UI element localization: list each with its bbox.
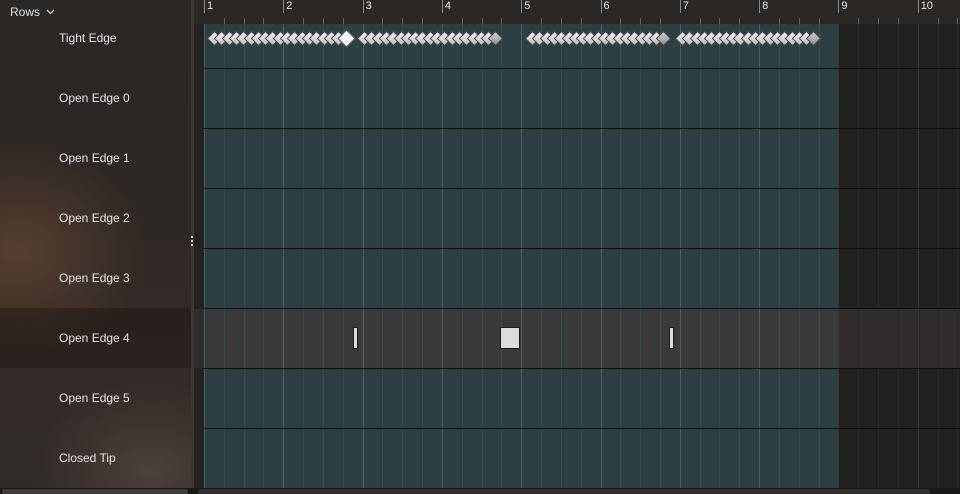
timeline-clip[interactable]	[500, 327, 520, 349]
subbeat-grid-line	[342, 24, 344, 488]
row-label-closed-tip[interactable]: Closed Tip	[0, 428, 191, 488]
row-label-text: Closed Tip	[59, 451, 116, 465]
ruler-label: 9	[841, 0, 848, 12]
ruler-label: 1	[207, 0, 214, 12]
subbeat-grid-line	[818, 24, 820, 488]
row-label-text: Tight Edge	[59, 31, 117, 45]
subbeat-grid-line	[223, 24, 225, 488]
scrollbar-thumb[interactable]	[2, 489, 188, 494]
subbeat-grid-line	[620, 24, 622, 488]
ruler-label: 5	[524, 0, 531, 12]
row-label-open-edge-2[interactable]: Open Edge 2	[0, 188, 191, 248]
beat-grid-line	[283, 24, 285, 488]
row-label-panel: Rows Tight Edge Open Edge 0 Open Edge 1 …	[0, 0, 191, 494]
ruler-label: 7	[682, 0, 689, 12]
subbeat-grid-line	[580, 24, 582, 488]
beat-grid-line	[917, 24, 919, 488]
timeline-clip[interactable]	[353, 327, 358, 349]
ruler-label: 6	[603, 0, 610, 12]
subbeat-grid-line	[878, 24, 880, 488]
ruler-label: 10	[920, 0, 933, 12]
row-separator	[204, 308, 960, 309]
subbeat-grid-line	[501, 24, 503, 488]
subbeat-grid-line	[243, 24, 245, 488]
subbeat-grid-line	[322, 24, 324, 488]
subbeat-grid-line	[699, 24, 701, 488]
ruler-major-tick	[283, 0, 285, 13]
subbeat-grid-line	[541, 24, 543, 488]
subbeat-grid-line	[402, 24, 404, 488]
ruler-major-tick	[441, 0, 443, 13]
subbeat-grid-line	[778, 24, 780, 488]
ruler-label: 8	[762, 0, 769, 12]
beat-grid-line	[679, 24, 681, 488]
ruler-label: 4	[444, 0, 452, 12]
beat-grid-line	[600, 24, 602, 488]
beat-grid-line	[441, 24, 443, 488]
scrollbar-thumb[interactable]	[198, 489, 930, 494]
resize-grip-icon[interactable]	[693, 489, 707, 493]
subbeat-grid-line	[382, 24, 384, 488]
ruler-major-tick	[521, 0, 523, 13]
subbeat-grid-line	[858, 24, 860, 488]
row-label-open-edge-4[interactable]: Open Edge 4	[0, 308, 191, 368]
subbeat-grid-line	[897, 24, 899, 488]
selected-row-band	[194, 309, 204, 368]
subbeat-grid-line	[937, 24, 939, 488]
ruler-major-tick	[679, 0, 681, 13]
subbeat-grid-line	[263, 24, 265, 488]
timeline-area[interactable]: 1 2 3 4 5 6 7 8 9 10	[194, 0, 960, 494]
ruler-major-tick	[838, 0, 840, 13]
time-ruler[interactable]: 1 2 3 4 5 6 7 8 9 10	[194, 0, 960, 24]
subbeat-grid-line	[659, 24, 661, 488]
subbeat-grid-line	[957, 24, 959, 488]
beat-grid-line	[204, 24, 205, 488]
row-label-open-edge-0[interactable]: Open Edge 0	[0, 68, 191, 128]
subbeat-grid-line	[481, 24, 483, 488]
ruler-major-tick	[362, 0, 364, 13]
subbeat-grid-line	[461, 24, 463, 488]
row-separator	[204, 128, 960, 129]
subbeat-grid-line	[739, 24, 741, 488]
ruler-major-tick	[204, 0, 205, 13]
row-label-text: Open Edge 5	[59, 391, 130, 405]
row-separator	[204, 68, 960, 69]
row-separator	[204, 188, 960, 189]
subbeat-grid-line	[640, 24, 642, 488]
row-label-text: Open Edge 4	[59, 331, 130, 345]
row-separator	[204, 248, 960, 249]
subbeat-grid-line	[560, 24, 562, 488]
row-label-text: Open Edge 1	[59, 151, 130, 165]
row-label-text: Open Edge 3	[59, 271, 130, 285]
ruler-label: 2	[286, 0, 293, 12]
beat-grid-line	[759, 24, 761, 488]
selected-row-band	[838, 309, 960, 368]
ruler-label: 3	[365, 0, 372, 12]
ruler-major-tick	[600, 0, 602, 13]
subbeat-grid-line	[719, 24, 721, 488]
subbeat-grid-line	[422, 24, 424, 488]
timeline-rows[interactable]	[194, 24, 960, 488]
beat-grid-line	[838, 24, 840, 488]
beat-grid-line	[362, 24, 364, 488]
row-label-open-edge-1[interactable]: Open Edge 1	[0, 128, 191, 188]
subbeat-grid-line	[303, 24, 305, 488]
ruler-major-tick	[917, 0, 919, 13]
row-label-open-edge-3[interactable]: Open Edge 3	[0, 248, 191, 308]
row-separator	[204, 428, 960, 429]
beat-grid-line	[521, 24, 523, 488]
row-label-open-edge-5[interactable]: Open Edge 5	[0, 368, 191, 428]
timeline-clip[interactable]	[669, 327, 674, 349]
row-label-tight-edge[interactable]: Tight Edge	[0, 8, 191, 68]
ruler-major-tick	[759, 0, 761, 13]
subbeat-grid-line	[798, 24, 800, 488]
timeline-editor: Rows Tight Edge Open Edge 0 Open Edge 1 …	[0, 0, 960, 494]
row-separator	[204, 368, 960, 369]
row-label-text: Open Edge 0	[59, 91, 130, 105]
row-label-text: Open Edge 2	[59, 211, 130, 225]
